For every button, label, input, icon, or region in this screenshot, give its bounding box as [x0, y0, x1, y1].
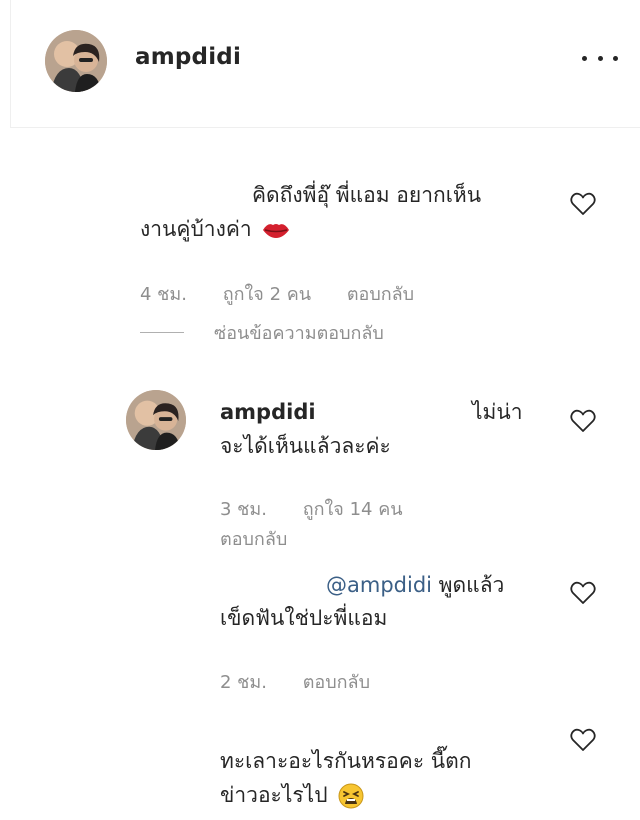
kiss-lips-icon: [263, 224, 290, 238]
comment-3-line1: @ampdidi พูดแล้ว: [326, 567, 504, 603]
comment-4-line2-wrap: ข่าวอะไรไป: [220, 777, 364, 813]
comment-3-line1-end: พูดแล้ว: [438, 573, 505, 597]
comment-1-reply-button[interactable]: ตอบกลับ: [347, 284, 414, 305]
comment-3-line2: เข็ดฟันใช่ปะพี่แอม: [220, 606, 388, 630]
comment-1-likes[interactable]: ถูกใจ 2 คน: [223, 284, 311, 305]
like-heart-icon[interactable]: [570, 192, 596, 216]
comment-1-meta: 4 ชม. ถูกใจ 2 คน ตอบกลับ: [140, 279, 444, 308]
comment-1-line2: งานคู่บ้างค่า: [140, 217, 252, 241]
like-heart-icon[interactable]: [570, 728, 596, 752]
comment-2-time: 3 ชม.: [220, 499, 267, 520]
reply-avatar[interactable]: [126, 390, 186, 450]
reply-username[interactable]: ampdidi: [220, 394, 316, 430]
comment-1-line1: คิดถึงพี่อุ๊ พี่แอม อยากเห็น: [252, 183, 482, 207]
comment-1-time: 4 ชม.: [140, 284, 187, 305]
post-username[interactable]: ampdidi: [135, 44, 241, 70]
comment-2-reply-button[interactable]: ตอบกลับ: [220, 524, 287, 553]
comment-3-meta: 2 ชม. ตอบกลับ: [220, 667, 400, 696]
hide-replies-button[interactable]: ซ่อนข้อความตอบกลับ: [140, 318, 384, 347]
comment-2-line2: จะได้เห็นแล้วละค่ะ: [220, 434, 391, 458]
hide-replies-line: [140, 332, 184, 333]
post-header: ampdidi: [10, 0, 640, 128]
comment-3-time: 2 ชม.: [220, 672, 267, 693]
comment-4-line1: ทะเลาะอะไรกันหรอคะ นี๊ตก: [220, 749, 472, 773]
like-heart-icon[interactable]: [570, 409, 596, 433]
comment-3-reply-button[interactable]: ตอบกลับ: [303, 672, 370, 693]
profile-avatar[interactable]: [45, 30, 107, 92]
like-heart-icon[interactable]: [570, 581, 596, 605]
more-options-icon[interactable]: [582, 46, 618, 70]
tired-face-icon: [338, 783, 364, 809]
comment-2-line1-end: ไม่น่า: [472, 400, 523, 424]
comment-2-meta: 3 ชม. ถูกใจ 14 คน: [220, 494, 433, 523]
comment-2-likes[interactable]: ถูกใจ 14 คน: [303, 499, 403, 520]
comment-1-line2-wrap: งานคู่บ้างค่า: [140, 211, 290, 247]
comment-3-mention[interactable]: @ampdidi: [326, 573, 432, 597]
comment-4-line2: ข่าวอะไรไป: [220, 783, 328, 807]
hide-replies-label: ซ่อนข้อความตอบกลับ: [214, 323, 384, 344]
